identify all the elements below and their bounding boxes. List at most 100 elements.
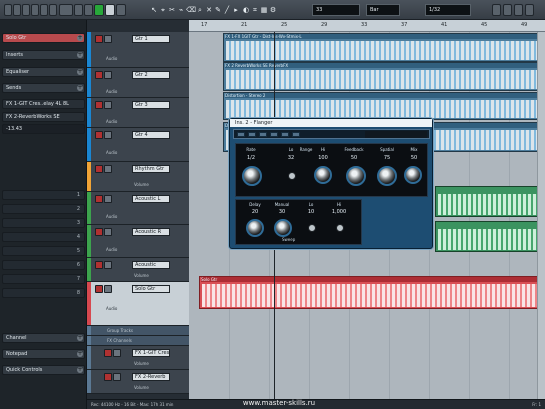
mute-button[interactable]	[95, 101, 103, 109]
mute-button[interactable]	[95, 35, 103, 43]
track-fx-1[interactable]: FX 1-GIT Cres Volume	[87, 346, 189, 370]
vertical-scrollbar[interactable]	[537, 32, 545, 399]
draw-tool-icon[interactable]: ✎	[214, 5, 222, 15]
mute-button[interactable]	[104, 349, 112, 357]
solo-button[interactable]	[104, 101, 112, 109]
toolbar-button-10[interactable]	[525, 4, 534, 16]
delay-knob[interactable]	[246, 219, 264, 237]
toolbar-button-9[interactable]	[514, 4, 523, 16]
track-gtr-1[interactable]: Gtr 1 Audio	[87, 32, 189, 68]
color-tool-icon[interactable]: ◐	[242, 5, 250, 15]
solo-button[interactable]	[104, 165, 112, 173]
toolbar-button-2[interactable]	[13, 4, 21, 16]
preset-left-button[interactable]	[281, 132, 289, 137]
mute-button[interactable]	[95, 165, 103, 173]
solo-button[interactable]	[113, 373, 121, 381]
flanger-plugin-window[interactable]: Ins. 2 - Flanger Rate Lo Range Hi Feedba…	[229, 118, 433, 249]
track-group-tracks[interactable]: Group Tracks	[87, 326, 189, 336]
inspector-notepad[interactable]: Notepad +	[2, 349, 85, 359]
lo-filter-knob[interactable]	[308, 224, 316, 232]
inspector-slot-2[interactable]: 2	[2, 204, 85, 214]
track-name-field[interactable]: FX 1-GIT Cres	[132, 349, 170, 357]
preset-dropdown[interactable]	[365, 131, 427, 138]
inspector-slot-1[interactable]: 1	[2, 190, 85, 200]
track-name-field[interactable]: FX 2-Reverb	[132, 373, 170, 381]
solo-button[interactable]	[104, 285, 112, 293]
toolbar-button-8[interactable]	[503, 4, 512, 16]
grid-tool-icon[interactable]: ▦	[260, 5, 268, 15]
track-name-field[interactable]: Gtr 3	[132, 101, 170, 109]
track-gtr-4[interactable]: Gtr 4 Audio	[87, 128, 189, 162]
mute-button[interactable]	[95, 131, 103, 139]
toolbar-button-3[interactable]	[22, 4, 30, 16]
arrow-tool-icon[interactable]: ↖	[150, 5, 158, 15]
track-name-field[interactable]: Acoustic L	[132, 195, 170, 203]
solo-button[interactable]	[104, 261, 112, 269]
split-tool-icon[interactable]: ✂	[168, 5, 176, 15]
expand-icon[interactable]: +	[77, 85, 83, 91]
expand-icon[interactable]: +	[77, 69, 83, 75]
zoom-tool-icon[interactable]: ⌕	[196, 5, 204, 15]
inspector-channel[interactable]: Channel +	[2, 333, 85, 343]
mix-knob[interactable]	[404, 166, 422, 184]
stop-button[interactable]	[84, 4, 93, 16]
track-rhythm-gtr[interactable]: Rhythm Gtr Volume	[87, 162, 189, 192]
solo-button[interactable]	[104, 35, 112, 43]
send-slot-2[interactable]: FX 2-ReverbWorks SE	[2, 112, 85, 122]
power-button[interactable]	[237, 132, 245, 137]
audio-event-acoustic-l[interactable]	[435, 186, 545, 217]
lo-knob[interactable]	[288, 172, 296, 180]
record-mode-button[interactable]	[116, 4, 126, 16]
manual-knob[interactable]	[274, 219, 292, 237]
track-name-field[interactable]: Gtr 4	[132, 131, 170, 139]
range-tool-icon[interactable]: ⌖	[159, 5, 167, 15]
time-display[interactable]: 33	[312, 4, 360, 16]
rate-knob[interactable]	[242, 166, 262, 186]
inspector-slot-5[interactable]: 5	[2, 246, 85, 256]
track-name-field[interactable]: Acoustic R	[132, 228, 170, 236]
rewind-button[interactable]	[74, 4, 83, 16]
toolbar-button-1[interactable]	[4, 4, 12, 16]
track-gtr-3[interactable]: Gtr 3 Audio	[87, 98, 189, 128]
track-acoustic-r[interactable]: Acoustic R Audio	[87, 225, 189, 258]
inspector-slot-8[interactable]: 8	[2, 288, 85, 298]
audio-event-gtr-1[interactable]: FX 1-FX 1GIT Gtr - Dist-Ins-Wv-Stmix-L	[223, 33, 545, 62]
inspector-slot-7[interactable]: 7	[2, 274, 85, 284]
expand-icon[interactable]: +	[77, 52, 83, 58]
send-slot-1[interactable]: FX 1-GIT Cres..elay 4L 8L	[2, 99, 85, 109]
bypass-button[interactable]	[248, 132, 256, 137]
track-fx-channels[interactable]: FX Channels	[87, 336, 189, 346]
track-name-field[interactable]: Gtr 1	[132, 35, 170, 43]
solo-button[interactable]	[104, 131, 112, 139]
inspector-slot-6[interactable]: 6	[2, 260, 85, 270]
play-button[interactable]	[94, 4, 104, 16]
erase-tool-icon[interactable]: ⌫	[186, 5, 196, 15]
toolbar-button-6[interactable]	[49, 4, 57, 16]
record-button[interactable]	[105, 4, 115, 16]
mute-button[interactable]	[104, 373, 112, 381]
mute-button[interactable]	[95, 195, 103, 203]
track-name-field[interactable]: Rhythm Gtr	[132, 165, 170, 173]
solo-button[interactable]	[104, 195, 112, 203]
hi-knob[interactable]	[314, 166, 332, 184]
inspector-inserts[interactable]: Inserts +	[2, 50, 85, 60]
timeline-ruler[interactable]: 17 21 25 29 33 37 41 45 49	[189, 20, 545, 32]
audio-event-acoustic-r[interactable]	[435, 221, 545, 252]
track-solo-gtr[interactable]: Solo Gtr Audio	[87, 282, 189, 326]
spatial-knob[interactable]	[377, 166, 397, 186]
track-acoustic[interactable]: Acoustic Volume	[87, 258, 189, 282]
inspector-quick-controls[interactable]: Quick Controls +	[2, 365, 85, 375]
expand-icon[interactable]: +	[77, 335, 83, 341]
settings-tool-icon[interactable]: ⚙	[269, 5, 277, 15]
send-slot-value[interactable]: -13.43	[2, 124, 85, 134]
expand-icon[interactable]: +	[77, 367, 83, 373]
hi-filter-knob[interactable]	[336, 224, 344, 232]
inspector-sends[interactable]: Sends +	[2, 83, 85, 93]
track-name-field[interactable]: Solo Gtr	[132, 285, 170, 293]
inspector-slot-4[interactable]: 4	[2, 232, 85, 242]
read-button[interactable]	[259, 132, 267, 137]
track-acoustic-l[interactable]: Acoustic L Audio	[87, 192, 189, 225]
audio-event-gtr-3[interactable]: Distortion - Stereo 2	[223, 92, 545, 120]
audio-event-gtr-2[interactable]: FX 2 ReverbWorks SE ReverbFX	[223, 62, 545, 91]
audio-event-solo-gtr[interactable]: Solo Gtr	[199, 276, 545, 309]
